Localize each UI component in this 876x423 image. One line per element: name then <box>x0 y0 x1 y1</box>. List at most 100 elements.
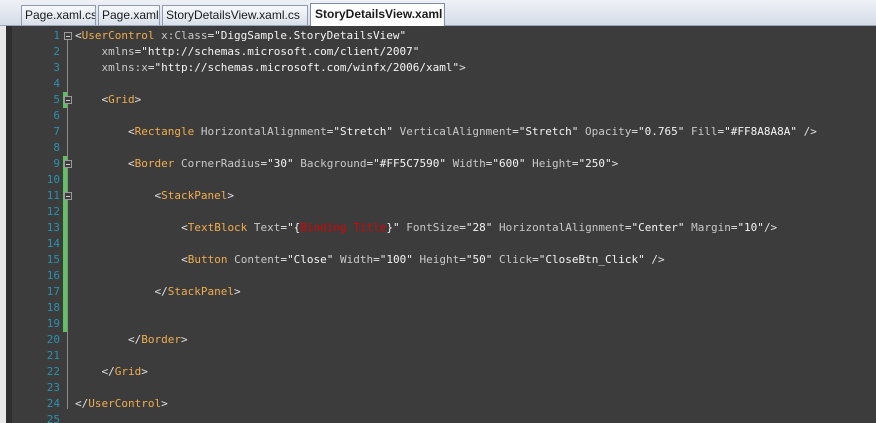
code-line[interactable]: 6 <box>0 108 876 124</box>
code-line[interactable]: 18 <box>0 300 876 316</box>
code-text: </Border> <box>128 332 188 348</box>
code-token: Rectangle <box>134 125 195 138</box>
code-token: Background <box>293 157 367 170</box>
code-token: Content <box>227 253 281 266</box>
collapse-toggle-icon[interactable] <box>64 160 72 168</box>
code-line[interactable]: 14 <box>0 236 876 252</box>
line-number: 5 <box>53 93 60 106</box>
code-line[interactable]: 1 <UserControl x:Class="DiggSample.StoryD… <box>0 28 876 44</box>
code-token: VerticalAlignment <box>392 125 513 138</box>
code-line[interactable]: 20 </Border> <box>0 332 876 348</box>
code-text: <Border CornerRadius="30" Background="#F… <box>128 156 618 172</box>
code-line[interactable]: 2 xmlns="http://schemas.microsoft.com/cli… <box>0 44 876 60</box>
line-number: 3 <box>53 61 60 74</box>
code-token: < <box>75 29 82 42</box>
code-token: /> <box>796 125 817 138</box>
code-token: = <box>459 221 466 234</box>
line-number: 21 <box>46 349 60 362</box>
code-text: <UserControl x:Class="DiggSample.StoryDe… <box>75 28 406 44</box>
line-number: 1 <box>53 29 60 42</box>
code-text: <StackPanel> <box>155 188 234 204</box>
code-text: xmlns="http://schemas.microsoft.com/clie… <box>102 44 420 60</box>
code-line[interactable]: 15 <Button Content="Close" Width="100" He… <box>0 252 876 268</box>
document-tab-strip: Page.xaml.cs Page.xaml StoryDetailsView.… <box>0 0 876 26</box>
code-token: < <box>128 157 135 170</box>
change-marker <box>63 300 67 316</box>
change-marker <box>63 316 67 332</box>
code-line[interactable]: 24 </UserControl> <box>0 396 876 412</box>
code-line[interactable]: 4 <box>0 76 876 92</box>
code-token: "http://schemas.microsoft.com/client/200… <box>141 45 420 58</box>
code-token: > <box>181 333 188 346</box>
line-number: 23 <box>46 381 60 394</box>
code-token: = <box>512 125 519 138</box>
code-line[interactable]: 5 <Grid> <box>0 92 876 108</box>
tab-page-xaml[interactable]: Page.xaml <box>98 5 160 25</box>
code-text: <Grid> <box>102 92 142 108</box>
code-token: "50" <box>465 253 493 266</box>
line-number: 10 <box>46 173 60 186</box>
code-token: Margin <box>684 221 731 234</box>
line-number: 7 <box>53 125 60 138</box>
code-line[interactable]: 13 <TextBlock Text = "{Binding Title}" Font… <box>0 220 876 236</box>
code-token: Height <box>525 157 572 170</box>
code-text: <TextBlock Text = "{Binding Title}" FontSi… <box>181 220 777 236</box>
code-token: StackPanel <box>161 189 228 202</box>
change-marker <box>63 204 67 220</box>
line-number: 25 <box>46 413 60 423</box>
code-token: </ <box>128 333 142 346</box>
code-line[interactable]: 10 <box>0 172 876 188</box>
code-line[interactable]: 11 <StackPanel> <box>0 188 876 204</box>
code-token: > <box>227 189 235 202</box>
code-token: > <box>141 365 148 378</box>
code-editor[interactable]: 1 <UserControl x:Class="DiggSample.StoryD… <box>0 26 876 423</box>
code-line[interactable]: 9 <Border CornerRadius="30" Background="#… <box>0 156 876 172</box>
tab-storydetailsview-xaml-cs[interactable]: StoryDetailsView.xaml.cs <box>162 5 308 25</box>
code-token: "Stretch" <box>518 125 579 138</box>
code-line[interactable]: 17 </StackPanel> <box>0 284 876 300</box>
collapse-toggle-icon[interactable] <box>64 192 72 200</box>
code-line[interactable]: 23 <box>0 380 876 396</box>
line-number: 9 <box>53 157 60 170</box>
code-text: </Grid> <box>102 364 148 380</box>
code-token: CornerRadius <box>174 157 261 170</box>
line-number: 6 <box>53 109 60 122</box>
code-text: </UserControl> <box>75 396 168 412</box>
tab-storydetailsview-xaml[interactable]: StoryDetailsView.xaml <box>310 3 445 26</box>
code-token: "28" <box>465 221 493 234</box>
code-line[interactable]: 21 <box>0 348 876 364</box>
code-token: FontSize <box>399 221 460 234</box>
code-line[interactable]: 7 <Rectangle HorizontalAlignment="Stretch… <box>0 124 876 140</box>
code-token: < <box>181 221 188 234</box>
code-line[interactable]: 25 <box>0 412 876 423</box>
code-token: xmlns <box>101 45 135 58</box>
code-line[interactable]: 22 </Grid> <box>0 364 876 380</box>
code-token: "#FF8A8A8A" <box>724 125 797 138</box>
code-token: Border <box>141 333 182 346</box>
change-marker <box>63 236 67 252</box>
code-token: StackPanel <box>167 285 235 298</box>
code-token: HorizontalAlignment <box>492 221 625 234</box>
code-token: = <box>147 61 155 74</box>
code-token: "250" <box>578 157 612 170</box>
code-token: > <box>234 285 241 298</box>
code-token: x:Class <box>154 29 208 42</box>
code-token: </ <box>154 285 168 298</box>
change-marker <box>63 220 67 236</box>
line-number: 12 <box>46 205 60 218</box>
code-token: UserControl <box>81 29 155 42</box>
code-token: HorizontalAlignment <box>194 125 327 138</box>
code-token: > <box>134 93 142 106</box>
tab-page-xaml-cs[interactable]: Page.xaml.cs <box>21 5 96 25</box>
collapse-toggle-icon[interactable] <box>64 96 72 104</box>
code-line[interactable]: 19 <box>0 316 876 332</box>
code-line[interactable]: 3 xmlns:x="http://schemas.microsoft.com/w… <box>0 60 876 76</box>
code-token: Width <box>333 253 374 266</box>
code-line[interactable]: 12 <box>0 204 876 220</box>
collapse-toggle-icon[interactable] <box>64 32 72 40</box>
line-number: 13 <box>46 221 60 234</box>
code-line[interactable]: 16 <box>0 268 876 284</box>
line-number: 11 <box>46 189 60 202</box>
line-number: 8 <box>53 141 60 154</box>
code-line[interactable]: 8 <box>0 140 876 156</box>
